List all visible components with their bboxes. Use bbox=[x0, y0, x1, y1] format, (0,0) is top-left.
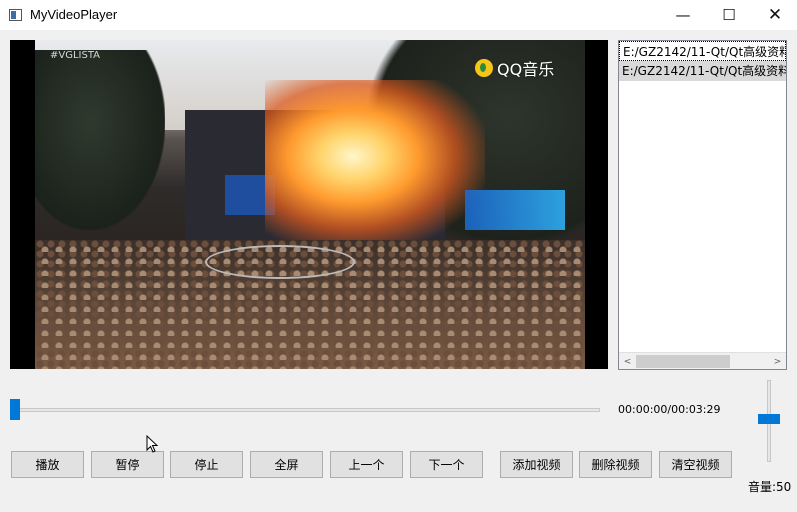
qq-music-icon bbox=[475, 59, 493, 77]
clear-video-button[interactable]: 清空视频 bbox=[659, 451, 732, 478]
previous-button[interactable]: 上一个 bbox=[330, 451, 403, 478]
playlist[interactable]: E:/GZ2142/11-Qt/Qt高级资料 E:/GZ2142/11-Qt/Q… bbox=[618, 40, 787, 370]
playlist-horizontal-scrollbar[interactable]: < > bbox=[619, 352, 786, 369]
video-frame: #VGLISTA QQ音乐 bbox=[35, 40, 585, 369]
delete-video-button[interactable]: 删除视频 bbox=[579, 451, 652, 478]
playlist-item[interactable]: E:/GZ2142/11-Qt/Qt高级资料 bbox=[619, 41, 786, 61]
video-stage-light-right bbox=[465, 190, 565, 230]
volume-slider-handle[interactable] bbox=[758, 414, 780, 424]
scroll-left-icon[interactable]: < bbox=[619, 353, 636, 369]
progress-slider-handle[interactable] bbox=[10, 399, 20, 420]
minimize-button[interactable]: — bbox=[660, 0, 706, 30]
next-button[interactable]: 下一个 bbox=[410, 451, 483, 478]
title-bar: MyVideoPlayer — ☐ ✕ bbox=[0, 0, 797, 30]
volume-label: 音量:50 bbox=[748, 480, 792, 494]
add-video-button[interactable]: 添加视频 bbox=[500, 451, 573, 478]
play-button[interactable]: 播放 bbox=[11, 451, 84, 478]
window-title: MyVideoPlayer bbox=[30, 7, 118, 22]
video-display[interactable]: #VGLISTA QQ音乐 bbox=[10, 40, 608, 369]
video-trees-left bbox=[35, 50, 165, 230]
time-display: 00:00:00/00:03:29 bbox=[618, 403, 721, 416]
scroll-right-icon[interactable]: > bbox=[769, 353, 786, 369]
scrollbar-thumb[interactable] bbox=[636, 355, 730, 368]
qq-music-logo: QQ音乐 bbox=[475, 56, 554, 80]
progress-slider-track[interactable] bbox=[12, 408, 600, 412]
video-pyrotechnics bbox=[265, 80, 485, 250]
mouse-cursor-icon bbox=[146, 434, 159, 453]
close-button[interactable]: ✕ bbox=[752, 0, 797, 30]
stop-button[interactable]: 停止 bbox=[170, 451, 243, 478]
maximize-button[interactable]: ☐ bbox=[706, 0, 752, 30]
video-watermark-text: #VGLISTA bbox=[50, 50, 101, 61]
video-stage-ring bbox=[205, 245, 355, 279]
pause-button[interactable]: 暂停 bbox=[91, 451, 164, 478]
playlist-item-selected[interactable]: E:/GZ2142/11-Qt/Qt高级资料 bbox=[619, 61, 786, 81]
app-icon bbox=[9, 9, 22, 21]
fullscreen-button[interactable]: 全屏 bbox=[250, 451, 323, 478]
qq-music-label: QQ音乐 bbox=[497, 60, 555, 79]
